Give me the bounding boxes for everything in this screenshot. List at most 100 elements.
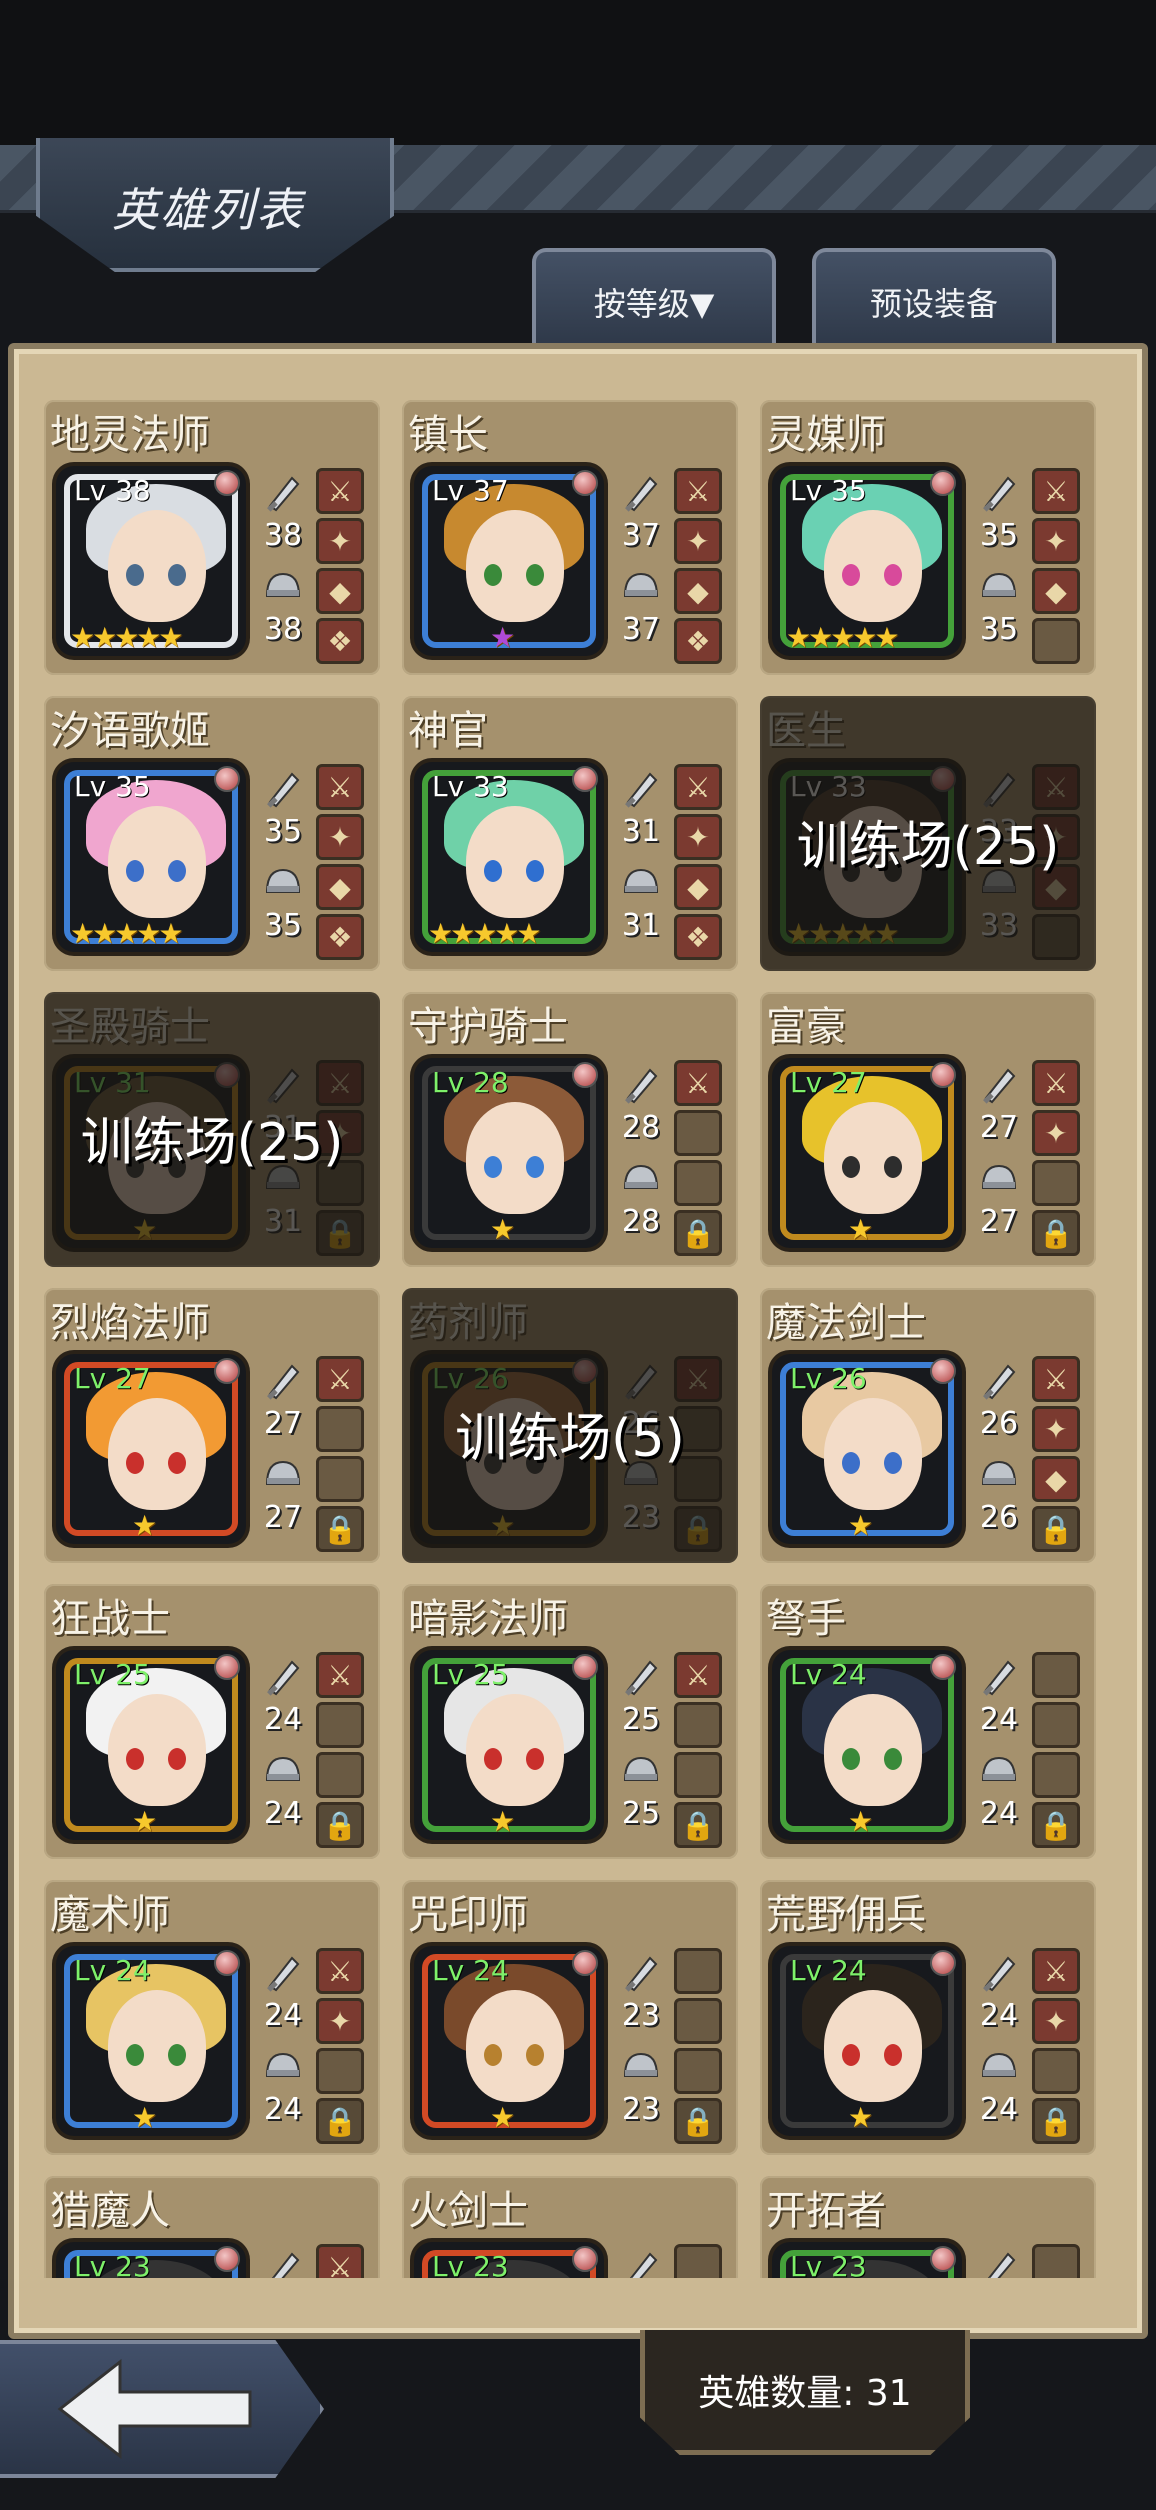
equipment-slot[interactable]: ⚔ [316,1652,364,1698]
equipment-slot[interactable] [1032,2048,1080,2094]
equipment-slot[interactable]: ⚔ [1032,1060,1080,1106]
equipment-slot[interactable]: ⚔ [674,1060,722,1106]
hero-card[interactable]: 开拓者Lv 23🔒 [760,2176,1096,2278]
equipment-slot[interactable]: ✦ [1032,518,1080,564]
sort-by-level-button[interactable]: 按等级▼ [532,248,776,352]
hero-portrait[interactable]: Lv 24 ★ [772,1650,962,1840]
hero-portrait[interactable]: Lv 24 ★ [56,1946,246,2136]
equipment-slot[interactable]: ◆ [1032,1456,1080,1502]
hero-card[interactable]: 火剑士Lv 23🔒 [402,2176,738,2278]
equipment-slot[interactable]: ❖ [316,618,364,664]
hero-portrait[interactable]: Lv 35 ★★★★★ [56,762,246,952]
hero-grid[interactable]: 地灵法师 Lv 38 ★★★★★ 38 38 ⚔ ✦ ◆ ❖ 镇长 Lv 37 ★ 37 37 ⚔ ✦ ◆ ❖ 灵媒… [44,400,1106,2278]
slot-lock[interactable]: 🔒 [316,1506,364,1552]
equipment-slot[interactable] [1032,618,1080,664]
equipment-slot[interactable]: ⚔ [1032,1356,1080,1402]
hero-card[interactable]: 烈焰法师 Lv 27 ★ 27 27 ⚔ 🔒 [44,1288,380,1563]
hero-portrait[interactable]: Lv 24 ★ [772,1946,962,2136]
equipment-slot[interactable]: ⚔ [316,764,364,810]
equipment-slot[interactable] [674,1998,722,2044]
equipment-slot[interactable]: ⚔ [674,1652,722,1698]
equipment-slot[interactable]: ◆ [316,568,364,614]
equipment-slot[interactable]: ⚔ [316,1948,364,1994]
slot-lock[interactable]: 🔒 [316,1802,364,1848]
hero-card[interactable]: 咒印师 Lv 24 ★ 23 23 🔒 [402,1880,738,2155]
equipment-slot[interactable] [316,1406,364,1452]
slot-lock[interactable]: 🔒 [674,1802,722,1848]
equipment-slot[interactable]: ◆ [316,864,364,910]
equipment-slot[interactable]: ◆ [674,864,722,910]
hero-portrait[interactable]: Lv 24 ★ [414,1946,604,2136]
hero-card[interactable]: 守护骑士 Lv 28 ★ 28 28 ⚔ 🔒 [402,992,738,1267]
hero-portrait[interactable]: Lv 33 ★★★★★ [414,762,604,952]
slot-lock[interactable]: 🔒 [1032,2098,1080,2144]
equipment-slot[interactable] [674,1160,722,1206]
hero-card[interactable]: 荒野佣兵 Lv 24 ★ 24 24 ⚔ ✦ 🔒 [760,1880,1096,2155]
equipment-slot[interactable]: ✦ [316,1998,364,2044]
equipment-slot[interactable]: ❖ [674,618,722,664]
equipment-slot[interactable]: ✦ [674,518,722,564]
hero-card[interactable]: 暗影法师 Lv 25 ★ 25 25 ⚔ 🔒 [402,1584,738,1859]
equipment-slot[interactable] [674,1110,722,1156]
hero-portrait[interactable]: Lv 25 ★ [56,1650,246,1840]
hero-card[interactable]: 镇长 Lv 37 ★ 37 37 ⚔ ✦ ◆ ❖ [402,400,738,675]
hero-portrait[interactable]: Lv 23 [414,2242,604,2278]
equipment-slot[interactable]: ◆ [674,568,722,614]
hero-portrait[interactable]: Lv 25 ★ [414,1650,604,1840]
preset-equipment-button[interactable]: 预设装备 [812,248,1056,352]
equipment-slot[interactable] [674,1702,722,1748]
equipment-slot[interactable]: ⚔ [674,764,722,810]
equipment-slot[interactable] [1032,2244,1080,2278]
hero-card[interactable]: 神官 Lv 33 ★★★★★ 31 31 ⚔ ✦ ◆ ❖ [402,696,738,971]
hero-portrait[interactable]: Lv 37 ★ [414,466,604,656]
hero-card[interactable]: 弩手 Lv 24 ★ 24 24 🔒 [760,1584,1096,1859]
equipment-slot[interactable]: ❖ [316,914,364,960]
equipment-slot[interactable] [674,1948,722,1994]
hero-portrait[interactable]: Lv 35 ★★★★★ [772,466,962,656]
hero-portrait[interactable]: Lv 27 ★ [56,1354,246,1544]
equipment-slot[interactable]: ✦ [1032,1998,1080,2044]
equipment-slot[interactable] [674,2244,722,2278]
hero-portrait[interactable]: Lv 28 ★ [414,1058,604,1248]
hero-card[interactable]: 药剂师Lv 26★2623⚔🔒训练场(5) [402,1288,738,1563]
equipment-slot[interactable] [674,1752,722,1798]
equipment-slot[interactable]: ⚔ [316,468,364,514]
hero-card[interactable]: 猎魔人Lv 23⚔🔒 [44,2176,380,2278]
equipment-slot[interactable]: ⚔ [1032,468,1080,514]
hero-portrait[interactable]: Lv 27 ★ [772,1058,962,1248]
equipment-slot[interactable]: ✦ [316,518,364,564]
equipment-slot[interactable] [316,1702,364,1748]
equipment-slot[interactable] [316,1456,364,1502]
equipment-slot[interactable]: ⚔ [316,2244,364,2278]
equipment-slot[interactable]: ✦ [1032,1110,1080,1156]
equipment-slot[interactable]: ❖ [674,914,722,960]
slot-lock[interactable]: 🔒 [1032,1506,1080,1552]
hero-card[interactable]: 汐语歌姬 Lv 35 ★★★★★ 35 35 ⚔ ✦ ◆ ❖ [44,696,380,971]
hero-portrait[interactable]: Lv 26 ★ [772,1354,962,1544]
hero-card[interactable]: 圣殿骑士Lv 31★3131⚔✦🔒训练场(25) [44,992,380,1267]
equipment-slot[interactable] [316,2048,364,2094]
equipment-slot[interactable] [1032,1702,1080,1748]
back-button[interactable] [0,2340,324,2478]
slot-lock[interactable]: 🔒 [674,2098,722,2144]
hero-portrait[interactable]: Lv 38 ★★★★★ [56,466,246,656]
slot-lock[interactable]: 🔒 [316,2098,364,2144]
equipment-slot[interactable] [1032,1652,1080,1698]
hero-card[interactable]: 狂战士 Lv 25 ★ 24 24 ⚔ 🔒 [44,1584,380,1859]
equipment-slot[interactable] [316,1752,364,1798]
equipment-slot[interactable] [674,2048,722,2094]
equipment-slot[interactable]: ⚔ [316,1356,364,1402]
hero-card[interactable]: 灵媒师 Lv 35 ★★★★★ 35 35 ⚔ ✦ ◆ [760,400,1096,675]
hero-card[interactable]: 魔法剑士 Lv 26 ★ 26 26 ⚔ ✦ ◆ 🔒 [760,1288,1096,1563]
equipment-slot[interactable]: ✦ [674,814,722,860]
slot-lock[interactable]: 🔒 [674,1210,722,1256]
slot-lock[interactable]: 🔒 [1032,1802,1080,1848]
equipment-slot[interactable]: ◆ [1032,568,1080,614]
hero-card[interactable]: 地灵法师 Lv 38 ★★★★★ 38 38 ⚔ ✦ ◆ ❖ [44,400,380,675]
equipment-slot[interactable] [1032,1752,1080,1798]
hero-card[interactable]: 魔术师 Lv 24 ★ 24 24 ⚔ ✦ 🔒 [44,1880,380,2155]
hero-portrait[interactable]: Lv 23 [56,2242,246,2278]
equipment-slot[interactable] [1032,1160,1080,1206]
equipment-slot[interactable]: ✦ [316,814,364,860]
equipment-slot[interactable]: ⚔ [674,468,722,514]
